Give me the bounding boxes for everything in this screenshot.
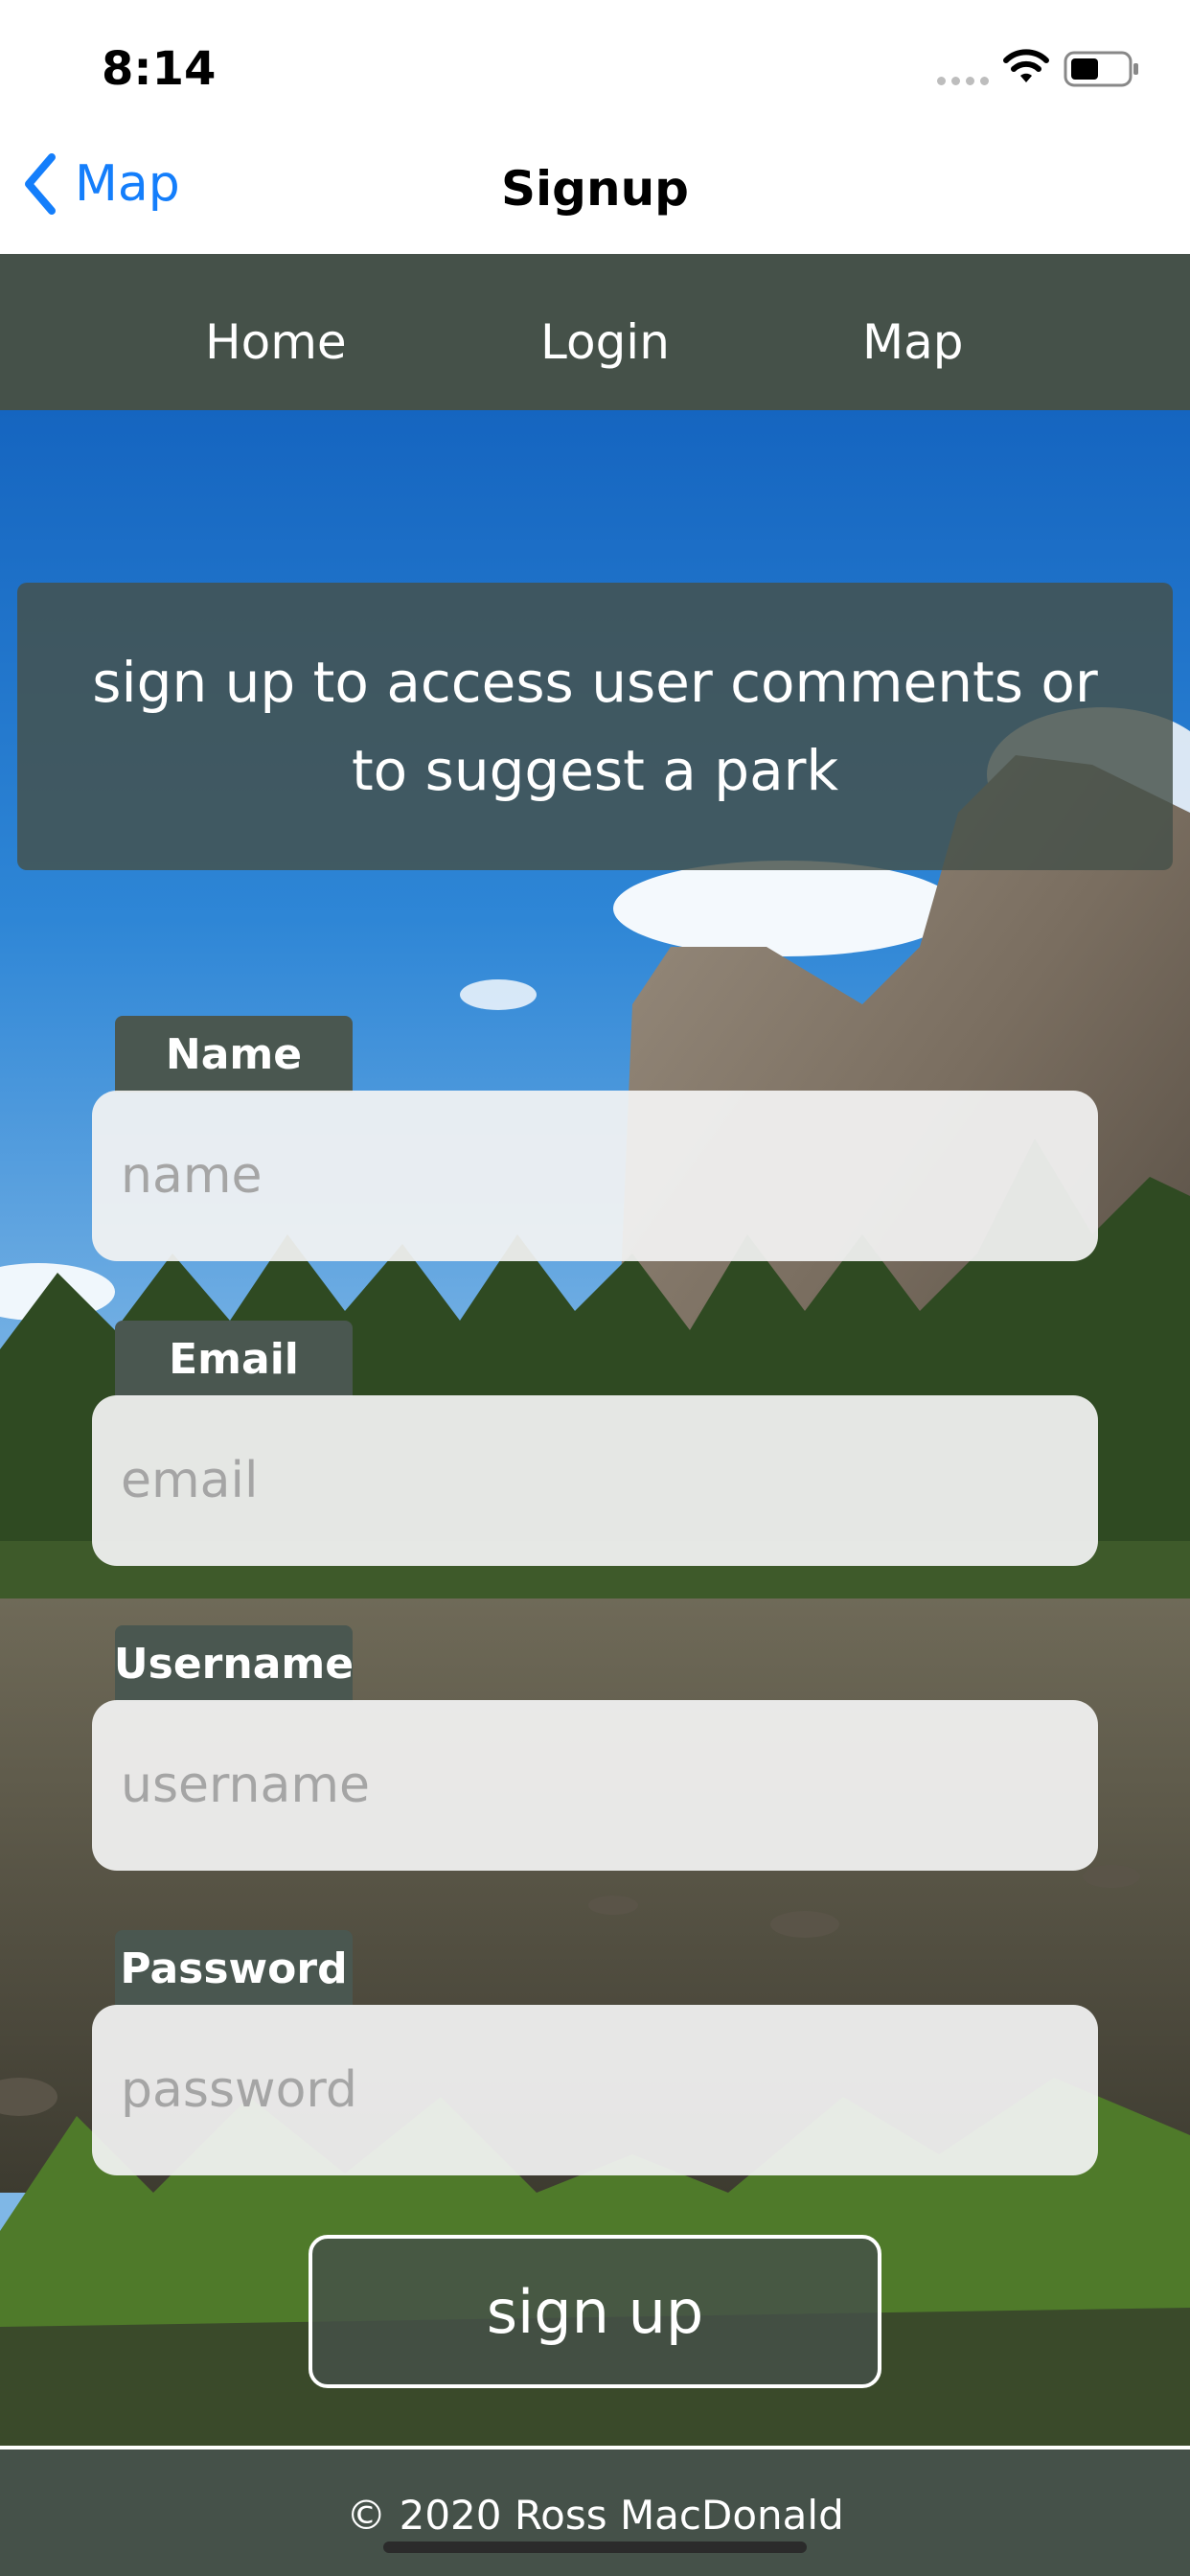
sign-up-button[interactable]: sign up xyxy=(309,2235,881,2388)
signup-info-banner: sign up to access user comments or to su… xyxy=(17,583,1173,870)
name-input[interactable] xyxy=(92,1091,1098,1261)
email-input[interactable] xyxy=(92,1395,1098,1566)
page-title: Signup xyxy=(501,161,689,217)
copyright-text: © 2020 Ross MacDonald xyxy=(346,2492,844,2539)
status-time: 8:14 xyxy=(102,42,217,96)
menu-item-map[interactable]: Map xyxy=(862,314,964,370)
username-label: Username xyxy=(114,1625,354,1702)
cellular-signal-icon xyxy=(937,77,989,85)
wifi-icon xyxy=(1003,49,1049,82)
password-input[interactable] xyxy=(92,2005,1098,2175)
username-input[interactable] xyxy=(92,1700,1098,1871)
menu-item-login[interactable]: Login xyxy=(540,314,670,370)
status-bar: 8:14 xyxy=(0,0,1190,134)
battery-icon xyxy=(1064,51,1138,87)
email-label: Email xyxy=(115,1321,353,1397)
name-label: Name xyxy=(115,1016,353,1092)
menu-item-home[interactable]: Home xyxy=(205,314,347,370)
password-label: Password xyxy=(115,1930,353,2007)
banner-text: sign up to access user comments or to su… xyxy=(92,650,1098,803)
home-indicator[interactable] xyxy=(383,2542,807,2553)
